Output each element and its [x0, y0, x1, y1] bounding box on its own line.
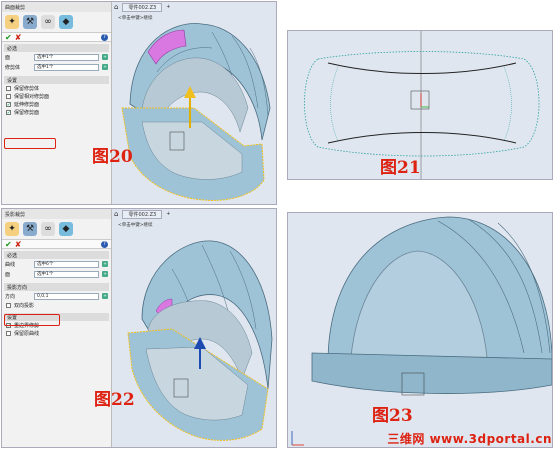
- direction-row: 方向 0,0,1 +: [2, 291, 111, 301]
- panel-fig23: 图23: [287, 212, 553, 448]
- ok-button[interactable]: ✔: [5, 33, 12, 42]
- feature-icon[interactable]: ✦: [5, 222, 19, 236]
- section-settings[interactable]: 设置: [4, 76, 109, 84]
- cancel-button[interactable]: ✘: [15, 240, 22, 249]
- pick-icon[interactable]: +: [102, 293, 108, 299]
- highlight-box: [4, 314, 60, 326]
- curves-label: 曲线: [5, 261, 16, 268]
- checkbox[interactable]: [6, 93, 11, 99]
- pick-icon[interactable]: +: [102, 261, 108, 267]
- curves-row: 曲线 选中6个 +: [2, 259, 111, 269]
- tab-bar: ⌂ 零件002.Z3 +: [114, 2, 170, 12]
- surface-tool-icon[interactable]: ◆: [59, 15, 73, 29]
- glasses-icon[interactable]: ∞: [41, 222, 55, 236]
- section-required[interactable]: 必选: [4, 44, 109, 52]
- help-icon[interactable]: ?: [101, 240, 108, 248]
- action-bar: ✔ ✘ ?: [2, 32, 111, 42]
- trimmer-label: 修剪体: [5, 64, 21, 71]
- glasses-icon[interactable]: ∞: [41, 15, 55, 29]
- front-view[interactable]: [288, 213, 553, 448]
- panel-fig21: 图21: [287, 30, 553, 180]
- help-icon[interactable]: ?: [101, 33, 108, 41]
- figure-label: 图21: [380, 158, 421, 178]
- section-required[interactable]: 必选: [4, 251, 109, 259]
- faces-field[interactable]: 选中1个: [34, 53, 99, 61]
- dialog-title: 曲面裁剪: [2, 2, 111, 12]
- opt-keep-trimmer[interactable]: 保留修剪体: [2, 84, 111, 92]
- tab-bar: ⌂ 零件002.Z3 +: [114, 209, 170, 219]
- panel-fig22: ⌂ 零件002.Z3 + <单击中键>继续 投影裁剪 ✦ ⚒ ∞ ◆ ✔ ✘ ?…: [1, 208, 277, 448]
- surface-tool-icon[interactable]: ◆: [59, 222, 73, 236]
- checkbox[interactable]: ✔: [6, 109, 11, 115]
- model-viewport[interactable]: [112, 229, 277, 448]
- section-projection[interactable]: 投影方向: [4, 283, 109, 291]
- add-tab-icon[interactable]: +: [166, 211, 170, 217]
- faces-row: 面 选中1个 +: [2, 269, 111, 279]
- trimmer-row: 修剪体 选中1个 +: [2, 62, 111, 72]
- feature-icon[interactable]: ✦: [5, 15, 19, 29]
- trim-dialog: 曲面裁剪 ✦ ⚒ ∞ ◆ ✔ ✘ ? 必选 面 选中1个 + 修剪体 选中1个 …: [2, 2, 112, 204]
- action-bar: ✔ ✘ ?: [2, 239, 111, 249]
- opt-keep-curve[interactable]: 保留原曲线: [2, 329, 111, 337]
- opt-keep-trim-face[interactable]: ✔ 保留修剪面: [2, 108, 111, 116]
- direction-field[interactable]: 0,0,1: [34, 292, 99, 300]
- highlight-box: [4, 138, 56, 149]
- pick-icon[interactable]: +: [102, 54, 108, 60]
- checkbox[interactable]: [6, 85, 11, 91]
- checkbox[interactable]: ✔: [6, 101, 11, 107]
- base-ring: [311, 352, 552, 394]
- pick-icon[interactable]: +: [102, 271, 108, 277]
- trim-icon[interactable]: ⚒: [23, 222, 37, 236]
- faces-field[interactable]: 选中1个: [34, 270, 99, 278]
- faces-label: 面: [5, 54, 11, 61]
- add-tab-icon[interactable]: +: [166, 4, 170, 10]
- figure-label: 图20: [92, 147, 133, 167]
- checkbox[interactable]: [6, 302, 11, 308]
- home-icon[interactable]: ⌂: [114, 210, 118, 218]
- home-icon[interactable]: ⌂: [114, 3, 118, 11]
- figure-label: 图23: [372, 406, 413, 426]
- dialog-title: 投影裁剪: [2, 209, 111, 219]
- faces-label: 面: [5, 271, 11, 278]
- tab-part[interactable]: 零件002.Z3: [122, 209, 163, 219]
- trim-icon[interactable]: ⚒: [23, 15, 37, 29]
- panel-fig20: ⌂ 零件002.Z3 + <单击中键>继续 曲面裁剪 ✦ ⚒ ∞ ◆ ✔ ✘ ?…: [1, 1, 277, 205]
- opt-bidirectional[interactable]: 双向投影: [2, 301, 111, 309]
- watermark: 三维网 www.3dportal.cn: [387, 432, 552, 446]
- breadcrumb: <单击中键>继续: [118, 223, 153, 228]
- pick-icon[interactable]: +: [102, 64, 108, 70]
- model-viewport[interactable]: [112, 12, 277, 205]
- dialog-toolbar: ✦ ⚒ ∞ ◆: [2, 219, 111, 239]
- faces-row: 面 选中1个 +: [2, 52, 111, 62]
- projection-trim-dialog: 投影裁剪 ✦ ⚒ ∞ ◆ ✔ ✘ ? 必选 曲线 选中6个 + 面 选中1个 +…: [2, 209, 112, 447]
- checkbox[interactable]: [6, 330, 11, 336]
- opt-extend[interactable]: ✔ 延伸修剪面: [2, 100, 111, 108]
- direction-label: 方向: [5, 293, 16, 300]
- opt-keep-opposite[interactable]: 保留相对修剪面: [2, 92, 111, 100]
- trimmer-field[interactable]: 选中1个: [34, 63, 99, 71]
- curves-field[interactable]: 选中6个: [34, 260, 99, 268]
- tab-part[interactable]: 零件002.Z3: [122, 2, 163, 12]
- figure-label: 图22: [94, 390, 135, 410]
- dialog-toolbar: ✦ ⚒ ∞ ◆: [2, 12, 111, 32]
- cancel-button[interactable]: ✘: [15, 33, 22, 42]
- ok-button[interactable]: ✔: [5, 240, 12, 249]
